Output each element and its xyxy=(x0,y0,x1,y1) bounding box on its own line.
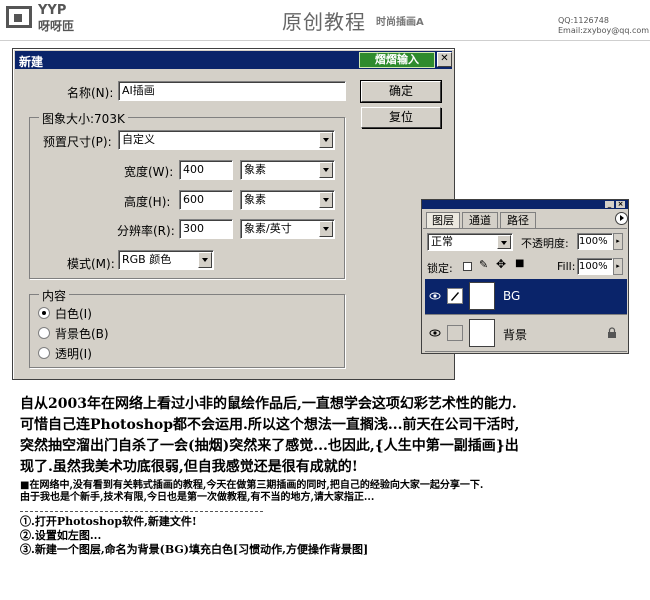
preset-value: 自定义 xyxy=(122,133,155,146)
chevron-down-icon[interactable] xyxy=(198,252,212,268)
height-unit-select[interactable]: 象素 xyxy=(240,190,335,210)
layer-thumbnail xyxy=(469,282,495,310)
contents-title: 内容 xyxy=(39,287,70,304)
fill-input[interactable]: 100% xyxy=(577,258,613,275)
new-document-dialog: 新建 熠熠输入 ✕ 名称(N): AI插画 确定 复位 图象大小:703K 预置… xyxy=(12,48,455,380)
chevron-down-icon[interactable] xyxy=(319,162,333,178)
chevron-down-icon[interactable] xyxy=(319,132,333,148)
chevron-down-icon[interactable] xyxy=(497,235,511,249)
radio-background-color-label[interactable]: 背景色(B) xyxy=(55,325,109,342)
step-item: ①.打开Photoshop软件,新建文件! xyxy=(20,515,197,528)
width-input[interactable]: 400 xyxy=(179,160,233,180)
mode-value: RGB 颜色 xyxy=(122,253,172,266)
lock-all-icon[interactable]: ■ xyxy=(515,258,524,269)
mode-select[interactable]: RGB 颜色 xyxy=(118,250,214,270)
lock-move-icon[interactable]: ✥ xyxy=(496,257,506,271)
height-label: 高度(H): xyxy=(124,195,171,209)
close-icon[interactable]: × xyxy=(616,201,625,208)
radio-white[interactable] xyxy=(38,307,50,319)
radio-transparent[interactable] xyxy=(38,347,50,359)
layer-name[interactable]: BG xyxy=(503,289,520,303)
tab-channels[interactable]: 通道 xyxy=(462,212,498,228)
note-line: 由于我也是个新手,技术有限,今日也是第一次做教程,有不当的地方,请大家指正... xyxy=(20,492,375,503)
name-label: 名称(N): xyxy=(67,86,114,100)
lock-transparency-icon[interactable] xyxy=(463,262,472,271)
opacity-input[interactable]: 100% xyxy=(577,233,613,250)
fill-label: Fill: xyxy=(557,260,576,273)
opacity-label: 不透明度: xyxy=(521,237,569,250)
minimize-icon[interactable]: _ xyxy=(605,201,614,208)
paragraph-line: 现了.虽然我美术功底很弱,但自我感觉还是很有成就的! xyxy=(20,459,358,475)
resolution-input[interactable]: 300 xyxy=(179,219,233,239)
reset-button[interactable]: 复位 xyxy=(361,107,441,128)
ok-button[interactable]: 确定 xyxy=(360,80,442,103)
lock-label: 锁定: xyxy=(427,262,453,275)
site-header: YYP 呀呀匝 原创教程 时尚插画A QQ:1126748 Email:zxyb… xyxy=(0,0,650,41)
width-unit-select[interactable]: 象素 xyxy=(240,160,335,180)
input-method-badge[interactable]: 熠熠输入 xyxy=(359,52,435,68)
mode-label: 模式(M): xyxy=(67,257,115,271)
radio-background-color[interactable] xyxy=(38,327,50,339)
close-icon[interactable]: ✕ xyxy=(437,52,452,67)
note-line: ■在网络中,没有看到有关韩式插画的教程,今天在做第三期插画的同时,把自己的经验向… xyxy=(20,480,484,491)
palette-menu-icon[interactable] xyxy=(615,212,628,225)
paragraph-line: 突然抽空溜出门自杀了一会(抽烟)突然来了感觉...也因此,{人生中第一副插画}出 xyxy=(20,438,519,454)
dialog-title: 新建 xyxy=(19,55,44,69)
logo-subtext: 呀呀匝 xyxy=(38,19,75,33)
width-unit-value: 象素 xyxy=(244,163,266,176)
lock-paint-icon[interactable]: ✎ xyxy=(479,258,488,271)
tab-paths[interactable]: 路径 xyxy=(500,212,536,228)
chevron-down-icon[interactable] xyxy=(319,192,333,208)
preset-label: 预置尺寸(P): xyxy=(43,135,112,149)
fill-arrow-icon[interactable]: ▸ xyxy=(613,258,623,275)
step-list: ①.打开Photoshop软件,新建文件! ②.设置如左图... ③.新建一个图… xyxy=(20,515,368,557)
paragraph-line: 可惜自己连Photoshop都不会运用.所以这个想法一直搁浅...前天在公司干活… xyxy=(20,417,520,433)
radio-white-label[interactable]: 白色(I) xyxy=(55,305,92,322)
chevron-down-icon[interactable] xyxy=(319,221,333,237)
height-unit-value: 象素 xyxy=(244,193,266,206)
layer-row-background[interactable]: 背景 xyxy=(425,316,627,352)
preset-select[interactable]: 自定义 xyxy=(118,130,335,150)
author-note: ■在网络中,没有看到有关韩式插画的教程,今天在做第三期插画的同时,把自己的经验向… xyxy=(20,480,635,504)
eye-icon[interactable] xyxy=(429,327,441,339)
layer-row-bg[interactable]: BG xyxy=(425,279,627,315)
step-item: ②.设置如左图... xyxy=(20,529,102,542)
page-title: 原创教程 xyxy=(282,10,366,34)
blend-mode-select[interactable]: 正常 xyxy=(427,233,513,251)
empty-slot xyxy=(447,325,463,341)
layer-name[interactable]: 背景 xyxy=(503,326,527,343)
dialog-titlebar[interactable]: 新建 熠熠输入 ✕ xyxy=(15,51,452,69)
lock-icon xyxy=(608,327,616,338)
resolution-label: 分辨率(R): xyxy=(117,224,175,238)
radio-transparent-label[interactable]: 透明(I) xyxy=(55,345,92,362)
layers-palette: _ × 图层 通道 路径 正常 不透明度: 100% ▸ 锁定: ✎ ✥ ■ F… xyxy=(421,199,629,354)
intro-paragraph: 自从2003年在网络上看过小非的鼠绘作品后,一直想学会这项幻彩艺术性的能力. 可… xyxy=(20,394,630,478)
palette-body: 正常 不透明度: 100% ▸ 锁定: ✎ ✥ ■ Fill: 100% ▸ B… xyxy=(423,228,627,352)
brush-icon xyxy=(447,288,463,304)
contact-qq: QQ:1126748 xyxy=(558,16,609,25)
layer-thumbnail xyxy=(469,319,495,347)
opacity-arrow-icon[interactable]: ▸ xyxy=(613,233,623,250)
width-label: 宽度(W): xyxy=(124,165,174,179)
resolution-unit-select[interactable]: 象素/英寸 xyxy=(240,219,335,239)
eye-icon[interactable] xyxy=(429,290,441,302)
resolution-unit-value: 象素/英寸 xyxy=(244,222,292,235)
blend-mode-value: 正常 xyxy=(431,235,453,248)
paragraph-line: 自从2003年在网络上看过小非的鼠绘作品后,一直想学会这项幻彩艺术性的能力. xyxy=(20,396,517,412)
palette-titlebar[interactable]: _ × xyxy=(422,200,628,209)
divider xyxy=(20,511,263,512)
name-input[interactable]: AI插画 xyxy=(118,81,346,101)
image-size-label: 图象大小:703K xyxy=(39,110,128,127)
tab-layers[interactable]: 图层 xyxy=(426,212,460,229)
step-item: ③.新建一个图层,命名为背景(BG)填充白色[习惯动作,方便操作背景图] xyxy=(20,543,369,556)
logo-icon xyxy=(6,6,32,28)
page-subtitle: 时尚插画A xyxy=(376,17,424,28)
logo-text: YYP xyxy=(38,3,67,18)
height-input[interactable]: 600 xyxy=(179,190,233,210)
contact-email: Email:zxyboy@qq.com xyxy=(558,26,650,35)
